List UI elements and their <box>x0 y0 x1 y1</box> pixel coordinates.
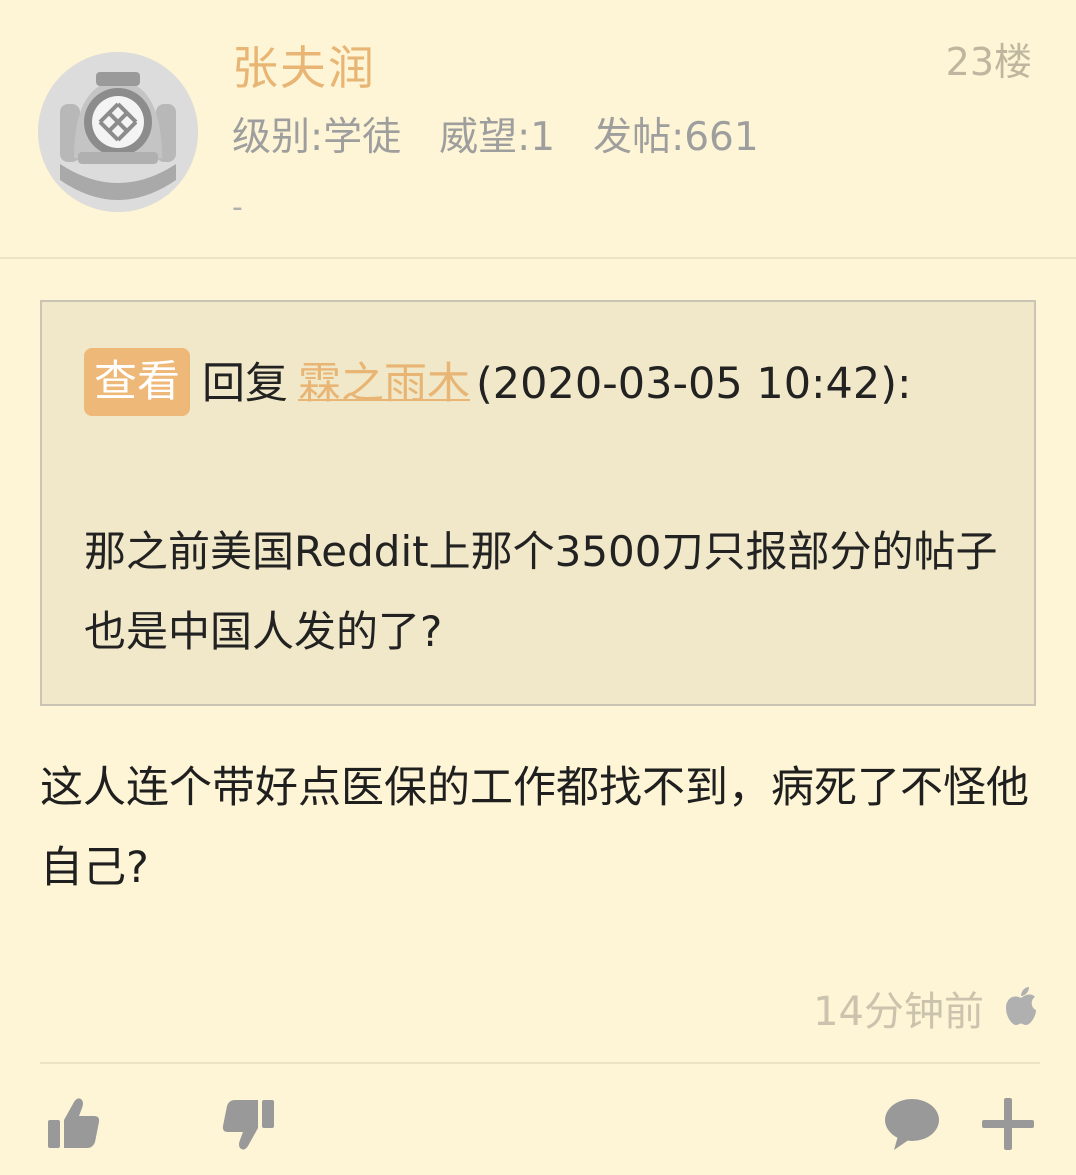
author-name[interactable]: 张夫润 <box>232 38 376 98</box>
user-reputation: 威望:1 <box>439 115 556 160</box>
quote-timestamp: (2020-03-05 10:42): <box>476 359 912 409</box>
thumbs-up-icon[interactable] <box>44 1094 104 1154</box>
view-quote-button[interactable]: 查看 <box>84 348 190 416</box>
post-header: 张夫润 23楼 级别:学徒 威望:1 发帖:661 - <box>0 0 1076 258</box>
floor-number: 23楼 <box>945 40 1032 84</box>
diver-helmet-icon <box>38 52 198 212</box>
header-divider <box>0 257 1076 259</box>
comment-bubble-icon[interactable] <box>882 1094 942 1154</box>
quote-text: 那之前美国Reddit上那个3500刀只报部分的帖子也是中国人发的了? <box>84 527 998 656</box>
user-avatar[interactable] <box>38 52 198 212</box>
user-meta: 级别:学徒 威望:1 发帖:661 <box>232 112 797 164</box>
quote-header: 查看 回复 霖之雨木 (2020-03-05 10:42): <box>84 348 912 420</box>
quote-block: 查看 回复 霖之雨木 (2020-03-05 10:42): 那之前美国Reddit上… <box>40 300 1036 706</box>
user-signature: - <box>232 190 243 225</box>
user-level: 级别:学徒 <box>232 115 402 160</box>
thumbs-down-icon[interactable] <box>218 1094 278 1154</box>
quoted-user-link[interactable]: 霖之雨木 <box>298 359 470 409</box>
quote-reply-label: 回复 <box>202 359 288 409</box>
user-post-count: 发帖:661 <box>593 115 759 160</box>
footer-divider <box>40 1062 1040 1064</box>
plus-icon[interactable] <box>978 1094 1038 1154</box>
post-time: 14分钟前 <box>813 989 984 1035</box>
post-body: 这人连个带好点医保的工作都找不到，病死了不怪他自己? <box>40 763 1029 893</box>
apple-icon <box>1004 986 1038 1026</box>
